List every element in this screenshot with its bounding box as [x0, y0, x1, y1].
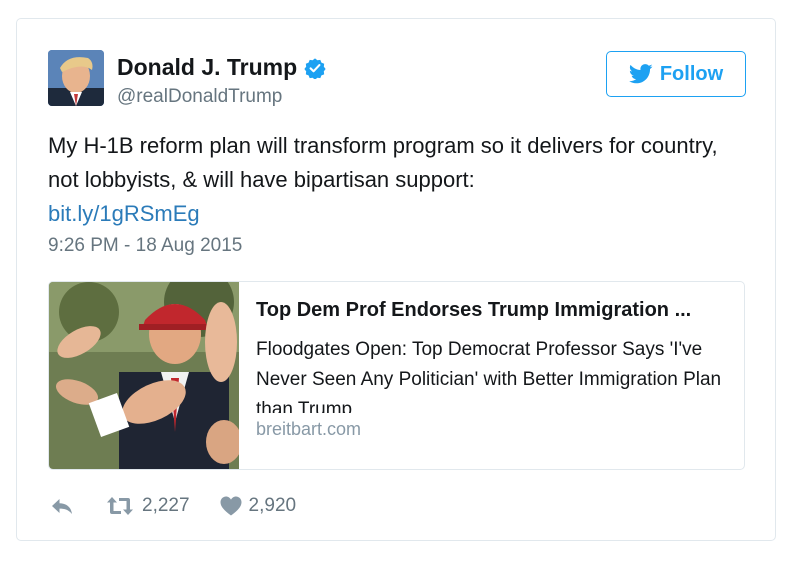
tweet-card: Donald J. Trump @realDonaldTrump Follow …: [16, 18, 776, 541]
link-preview-title[interactable]: Top Dem Prof Endorses Trump Immigration …: [256, 299, 731, 322]
link-preview-description: Floodgates Open: Top Democrat Professor …: [256, 339, 722, 413]
retweet-count: 2,227: [142, 495, 190, 516]
retweet-icon: [107, 497, 133, 515]
tweet-text: My H-1B reform plan will transform progr…: [48, 129, 738, 231]
like-count: 2,920: [248, 495, 297, 516]
reply-button[interactable]: [50, 496, 74, 516]
retweet-button[interactable]: 2,227: [106, 495, 190, 517]
link-preview-card[interactable]: Top Dem Prof Endorses Trump Immigration …: [48, 281, 745, 470]
avatar[interactable]: [48, 50, 104, 106]
tweet-link[interactable]: bit.ly/1gRSmEg: [48, 197, 738, 231]
tweet-body: My H-1B reform plan will transform progr…: [48, 133, 718, 192]
author-name[interactable]: Donald J. Trump: [117, 54, 297, 81]
tweet-timestamp[interactable]: 9:26 PM - 18 Aug 2015: [48, 235, 242, 257]
heart-icon: [220, 496, 242, 516]
twitter-bird-icon: [628, 64, 653, 84]
link-preview-domain: breitbart.com: [256, 419, 362, 439]
link-preview-image[interactable]: [49, 282, 242, 469]
author-name-row: Donald J. Trump: [117, 54, 326, 81]
verified-badge-icon: [304, 57, 326, 79]
reply-icon: [52, 499, 72, 514]
author-handle[interactable]: @realDonaldTrump: [117, 86, 282, 108]
link-preview-body: Top Dem Prof Endorses Trump Immigration …: [256, 299, 731, 440]
follow-button-label: Follow: [659, 62, 724, 85]
like-button[interactable]: 2,920: [220, 495, 297, 517]
tweet-actions: 2,227 2,920: [50, 495, 296, 517]
follow-button[interactable]: Follow: [606, 51, 746, 97]
